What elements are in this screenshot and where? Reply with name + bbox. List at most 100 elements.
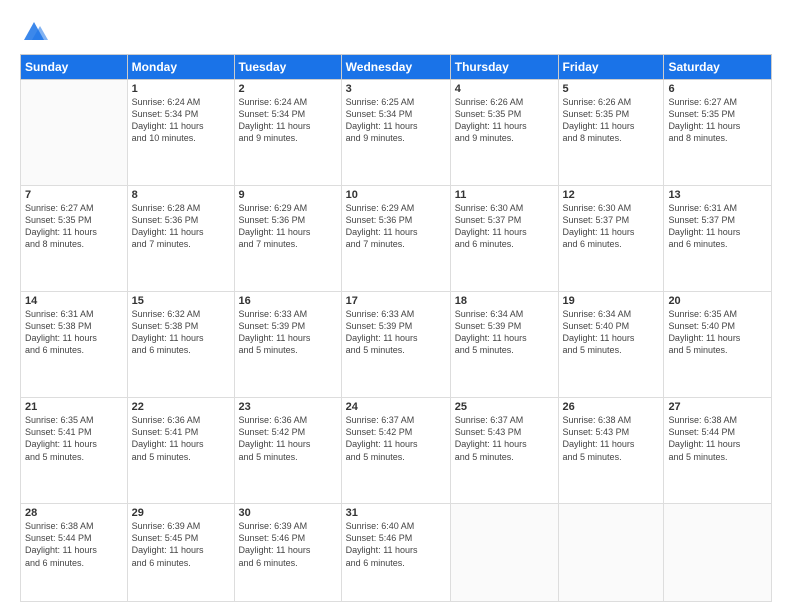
calendar-cell: 9Sunrise: 6:29 AMSunset: 5:36 PMDaylight… xyxy=(234,186,341,292)
cell-info: Sunrise: 6:33 AMSunset: 5:39 PMDaylight:… xyxy=(346,308,446,357)
calendar-cell: 10Sunrise: 6:29 AMSunset: 5:36 PMDayligh… xyxy=(341,186,450,292)
calendar-cell xyxy=(21,80,128,186)
cell-info: Sunrise: 6:31 AMSunset: 5:38 PMDaylight:… xyxy=(25,308,123,357)
day-number: 25 xyxy=(455,401,554,413)
calendar-cell xyxy=(664,504,772,602)
calendar-cell: 23Sunrise: 6:36 AMSunset: 5:42 PMDayligh… xyxy=(234,398,341,504)
calendar-cell: 6Sunrise: 6:27 AMSunset: 5:35 PMDaylight… xyxy=(664,80,772,186)
day-number: 24 xyxy=(346,401,446,413)
col-header-monday: Monday xyxy=(127,55,234,80)
cell-info: Sunrise: 6:27 AMSunset: 5:35 PMDaylight:… xyxy=(25,202,123,251)
cell-info: Sunrise: 6:32 AMSunset: 5:38 PMDaylight:… xyxy=(132,308,230,357)
day-number: 2 xyxy=(239,83,337,95)
col-header-sunday: Sunday xyxy=(21,55,128,80)
day-number: 11 xyxy=(455,189,554,201)
cell-info: Sunrise: 6:37 AMSunset: 5:42 PMDaylight:… xyxy=(346,414,446,463)
calendar-cell: 3Sunrise: 6:25 AMSunset: 5:34 PMDaylight… xyxy=(341,80,450,186)
logo xyxy=(20,18,52,46)
day-number: 29 xyxy=(132,507,230,519)
cell-info: Sunrise: 6:35 AMSunset: 5:41 PMDaylight:… xyxy=(25,414,123,463)
day-number: 8 xyxy=(132,189,230,201)
day-number: 22 xyxy=(132,401,230,413)
cell-info: Sunrise: 6:38 AMSunset: 5:43 PMDaylight:… xyxy=(563,414,660,463)
cell-info: Sunrise: 6:24 AMSunset: 5:34 PMDaylight:… xyxy=(132,96,230,145)
cell-info: Sunrise: 6:26 AMSunset: 5:35 PMDaylight:… xyxy=(455,96,554,145)
day-number: 20 xyxy=(668,295,767,307)
cell-info: Sunrise: 6:28 AMSunset: 5:36 PMDaylight:… xyxy=(132,202,230,251)
calendar-cell: 2Sunrise: 6:24 AMSunset: 5:34 PMDaylight… xyxy=(234,80,341,186)
week-row-4: 28Sunrise: 6:38 AMSunset: 5:44 PMDayligh… xyxy=(21,504,772,602)
day-number: 6 xyxy=(668,83,767,95)
calendar-cell: 14Sunrise: 6:31 AMSunset: 5:38 PMDayligh… xyxy=(21,292,128,398)
cell-info: Sunrise: 6:29 AMSunset: 5:36 PMDaylight:… xyxy=(239,202,337,251)
day-number: 14 xyxy=(25,295,123,307)
cell-info: Sunrise: 6:39 AMSunset: 5:45 PMDaylight:… xyxy=(132,520,230,569)
day-number: 28 xyxy=(25,507,123,519)
day-number: 13 xyxy=(668,189,767,201)
day-number: 4 xyxy=(455,83,554,95)
calendar-cell: 18Sunrise: 6:34 AMSunset: 5:39 PMDayligh… xyxy=(450,292,558,398)
cell-info: Sunrise: 6:26 AMSunset: 5:35 PMDaylight:… xyxy=(563,96,660,145)
cell-info: Sunrise: 6:25 AMSunset: 5:34 PMDaylight:… xyxy=(346,96,446,145)
day-number: 1 xyxy=(132,83,230,95)
calendar-cell: 20Sunrise: 6:35 AMSunset: 5:40 PMDayligh… xyxy=(664,292,772,398)
calendar-cell: 15Sunrise: 6:32 AMSunset: 5:38 PMDayligh… xyxy=(127,292,234,398)
calendar-cell: 5Sunrise: 6:26 AMSunset: 5:35 PMDaylight… xyxy=(558,80,664,186)
calendar-cell: 11Sunrise: 6:30 AMSunset: 5:37 PMDayligh… xyxy=(450,186,558,292)
cell-info: Sunrise: 6:40 AMSunset: 5:46 PMDaylight:… xyxy=(346,520,446,569)
col-header-friday: Friday xyxy=(558,55,664,80)
calendar-cell: 16Sunrise: 6:33 AMSunset: 5:39 PMDayligh… xyxy=(234,292,341,398)
calendar-cell: 19Sunrise: 6:34 AMSunset: 5:40 PMDayligh… xyxy=(558,292,664,398)
logo-icon xyxy=(20,18,48,46)
day-number: 9 xyxy=(239,189,337,201)
day-number: 23 xyxy=(239,401,337,413)
calendar-cell: 7Sunrise: 6:27 AMSunset: 5:35 PMDaylight… xyxy=(21,186,128,292)
calendar-cell: 31Sunrise: 6:40 AMSunset: 5:46 PMDayligh… xyxy=(341,504,450,602)
calendar-cell: 4Sunrise: 6:26 AMSunset: 5:35 PMDaylight… xyxy=(450,80,558,186)
header xyxy=(20,18,772,46)
cell-info: Sunrise: 6:30 AMSunset: 5:37 PMDaylight:… xyxy=(563,202,660,251)
cell-info: Sunrise: 6:34 AMSunset: 5:39 PMDaylight:… xyxy=(455,308,554,357)
calendar-cell: 12Sunrise: 6:30 AMSunset: 5:37 PMDayligh… xyxy=(558,186,664,292)
week-row-3: 21Sunrise: 6:35 AMSunset: 5:41 PMDayligh… xyxy=(21,398,772,504)
cell-info: Sunrise: 6:36 AMSunset: 5:41 PMDaylight:… xyxy=(132,414,230,463)
day-number: 31 xyxy=(346,507,446,519)
day-number: 30 xyxy=(239,507,337,519)
calendar-cell: 28Sunrise: 6:38 AMSunset: 5:44 PMDayligh… xyxy=(21,504,128,602)
col-header-tuesday: Tuesday xyxy=(234,55,341,80)
day-number: 10 xyxy=(346,189,446,201)
week-row-2: 14Sunrise: 6:31 AMSunset: 5:38 PMDayligh… xyxy=(21,292,772,398)
day-number: 21 xyxy=(25,401,123,413)
cell-info: Sunrise: 6:34 AMSunset: 5:40 PMDaylight:… xyxy=(563,308,660,357)
cell-info: Sunrise: 6:38 AMSunset: 5:44 PMDaylight:… xyxy=(668,414,767,463)
calendar-cell: 21Sunrise: 6:35 AMSunset: 5:41 PMDayligh… xyxy=(21,398,128,504)
day-number: 17 xyxy=(346,295,446,307)
cell-info: Sunrise: 6:37 AMSunset: 5:43 PMDaylight:… xyxy=(455,414,554,463)
cell-info: Sunrise: 6:33 AMSunset: 5:39 PMDaylight:… xyxy=(239,308,337,357)
page: SundayMondayTuesdayWednesdayThursdayFrid… xyxy=(0,0,792,612)
day-number: 12 xyxy=(563,189,660,201)
day-number: 7 xyxy=(25,189,123,201)
day-number: 26 xyxy=(563,401,660,413)
cell-info: Sunrise: 6:35 AMSunset: 5:40 PMDaylight:… xyxy=(668,308,767,357)
cell-info: Sunrise: 6:38 AMSunset: 5:44 PMDaylight:… xyxy=(25,520,123,569)
cell-info: Sunrise: 6:36 AMSunset: 5:42 PMDaylight:… xyxy=(239,414,337,463)
week-row-1: 7Sunrise: 6:27 AMSunset: 5:35 PMDaylight… xyxy=(21,186,772,292)
calendar-header-row: SundayMondayTuesdayWednesdayThursdayFrid… xyxy=(21,55,772,80)
calendar-cell: 8Sunrise: 6:28 AMSunset: 5:36 PMDaylight… xyxy=(127,186,234,292)
calendar-cell: 27Sunrise: 6:38 AMSunset: 5:44 PMDayligh… xyxy=(664,398,772,504)
day-number: 18 xyxy=(455,295,554,307)
calendar-cell: 1Sunrise: 6:24 AMSunset: 5:34 PMDaylight… xyxy=(127,80,234,186)
calendar-cell: 13Sunrise: 6:31 AMSunset: 5:37 PMDayligh… xyxy=(664,186,772,292)
calendar-cell: 25Sunrise: 6:37 AMSunset: 5:43 PMDayligh… xyxy=(450,398,558,504)
cell-info: Sunrise: 6:31 AMSunset: 5:37 PMDaylight:… xyxy=(668,202,767,251)
col-header-saturday: Saturday xyxy=(664,55,772,80)
col-header-thursday: Thursday xyxy=(450,55,558,80)
calendar-cell xyxy=(450,504,558,602)
cell-info: Sunrise: 6:27 AMSunset: 5:35 PMDaylight:… xyxy=(668,96,767,145)
col-header-wednesday: Wednesday xyxy=(341,55,450,80)
cell-info: Sunrise: 6:24 AMSunset: 5:34 PMDaylight:… xyxy=(239,96,337,145)
cell-info: Sunrise: 6:30 AMSunset: 5:37 PMDaylight:… xyxy=(455,202,554,251)
day-number: 3 xyxy=(346,83,446,95)
day-number: 16 xyxy=(239,295,337,307)
